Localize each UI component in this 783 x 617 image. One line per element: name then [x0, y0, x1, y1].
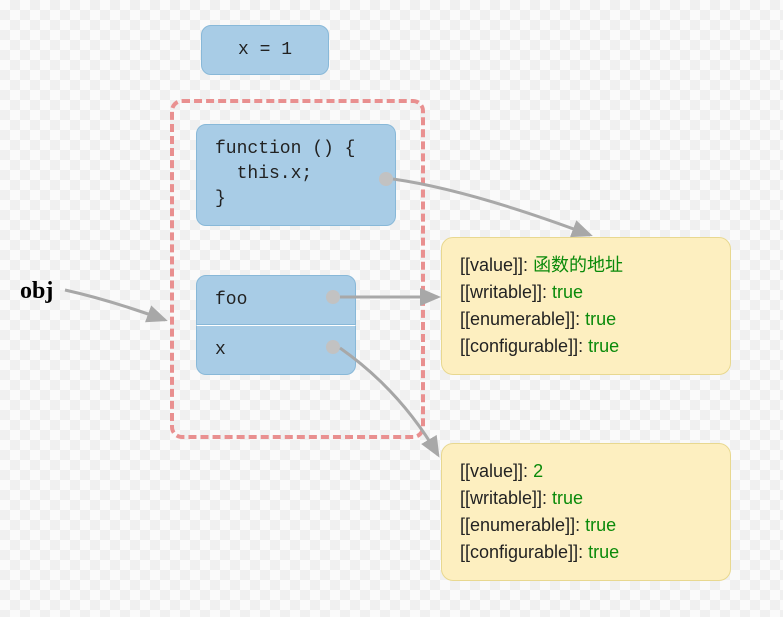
foo-connector-dot: [326, 290, 340, 304]
descriptor-foo-writable-key: [[writable]]:: [460, 282, 547, 302]
descriptor-x-value-row: [[value]]: 2: [460, 458, 712, 485]
property-x-text: x: [215, 340, 226, 360]
descriptor-foo-value-val: 函数的地址: [533, 255, 623, 275]
descriptor-x-configurable-row: [[configurable]]: true: [460, 539, 712, 566]
arrow-obj-to-container: [65, 290, 165, 320]
descriptor-foo-enumerable-val: true: [585, 309, 616, 329]
descriptor-x-writable-val: true: [552, 488, 583, 508]
descriptor-foo-writable-val: true: [552, 282, 583, 302]
descriptor-foo-writable-row: [[writable]]: true: [460, 279, 712, 306]
descriptor-x-writable-row: [[writable]]: true: [460, 485, 712, 512]
descriptor-x-panel: [[value]]: 2 [[writable]]: true [[enumer…: [441, 443, 731, 581]
assignment-box: x = 1: [201, 25, 329, 75]
descriptor-foo-panel: [[value]]: 函数的地址 [[writable]]: true [[en…: [441, 237, 731, 375]
descriptor-foo-value-key: [[value]]:: [460, 255, 528, 275]
descriptor-x-configurable-val: true: [588, 542, 619, 562]
function-connector-dot: [379, 172, 393, 186]
descriptor-foo-enumerable-key: [[enumerable]]:: [460, 309, 580, 329]
x-connector-dot: [326, 340, 340, 354]
descriptor-x-enumerable-key: [[enumerable]]:: [460, 515, 580, 535]
obj-label: obj: [20, 278, 53, 305]
descriptor-x-value-key: [[value]]:: [460, 461, 528, 481]
descriptor-x-value-val: 2: [533, 461, 543, 481]
assignment-text: x = 1: [238, 40, 292, 60]
descriptor-foo-configurable-val: true: [588, 336, 619, 356]
descriptor-foo-configurable-row: [[configurable]]: true: [460, 333, 712, 360]
property-foo-text: foo: [215, 290, 247, 310]
descriptor-x-writable-key: [[writable]]:: [460, 488, 547, 508]
descriptor-foo-configurable-key: [[configurable]]:: [460, 336, 583, 356]
descriptor-x-enumerable-val: true: [585, 515, 616, 535]
descriptor-x-enumerable-row: [[enumerable]]: true: [460, 512, 712, 539]
descriptor-foo-value-row: [[value]]: 函数的地址: [460, 252, 712, 279]
descriptor-x-configurable-key: [[configurable]]:: [460, 542, 583, 562]
obj-label-text: obj: [20, 278, 53, 304]
descriptor-foo-enumerable-row: [[enumerable]]: true: [460, 306, 712, 333]
function-code: function () { this.x; }: [215, 139, 355, 209]
function-box: function () { this.x; }: [196, 124, 396, 226]
